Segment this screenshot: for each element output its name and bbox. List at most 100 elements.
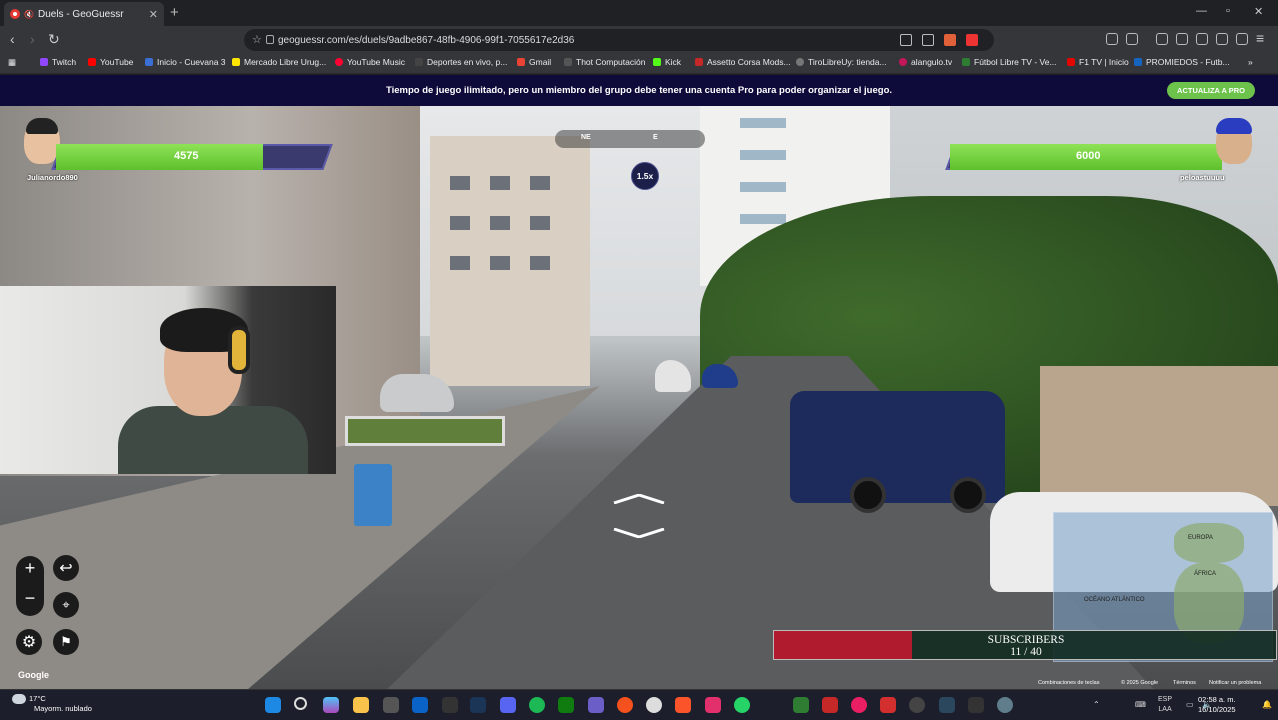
- brave-icon[interactable]: [675, 697, 691, 713]
- chrome-icon[interactable]: [646, 697, 662, 713]
- bookmark-gmail[interactable]: Gmail: [517, 57, 551, 67]
- app-icon-3[interactable]: [851, 697, 867, 713]
- notifications-icon[interactable]: 🔔: [1262, 700, 1272, 709]
- webcam-overlay: [0, 286, 336, 474]
- bookmark-star-icon[interactable]: ☆: [252, 33, 262, 46]
- apps-grid-icon[interactable]: ▦: [8, 57, 16, 68]
- move-forward-arrow[interactable]: [612, 494, 666, 504]
- network-icon[interactable]: ▭: [1186, 700, 1194, 709]
- weather-widget[interactable]: 17°C Mayorm. nublado: [12, 694, 92, 714]
- teams-icon[interactable]: [588, 697, 604, 713]
- forward-button[interactable]: ›: [30, 32, 35, 46]
- player-left-cap: [26, 118, 58, 134]
- report-problem-link[interactable]: Notificar un problema: [1209, 680, 1261, 686]
- zoom-out-button[interactable]: −: [16, 588, 44, 609]
- car-distant: [655, 360, 691, 392]
- obs-icon[interactable]: [909, 697, 925, 713]
- globe-icon: [796, 58, 804, 66]
- tray-overflow-icon[interactable]: ⌃: [1093, 700, 1100, 709]
- firefox-icon[interactable]: [617, 697, 633, 713]
- brave-shield-icon[interactable]: [944, 34, 956, 46]
- bookmark-promiedos[interactable]: PROMIEDOS - Futb...: [1134, 57, 1230, 67]
- bookmark-deportes[interactable]: Deportes en vivo, p...: [415, 57, 507, 67]
- weather-condition: Mayorm. nublado: [34, 704, 92, 714]
- reload-button[interactable]: ↻: [48, 32, 60, 46]
- terms-link[interactable]: Términos: [1173, 680, 1196, 686]
- zoom-in-button[interactable]: +: [16, 558, 44, 579]
- move-back-arrow[interactable]: [612, 528, 666, 538]
- more-bookmarks-icon[interactable]: »: [1248, 57, 1253, 67]
- address-bar[interactable]: ☆ geoguessr.com/es/duels/9adbe867-48fb-4…: [244, 29, 994, 51]
- xbox-icon[interactable]: [558, 697, 574, 713]
- reader-icon[interactable]: [1126, 33, 1138, 45]
- spotify-icon[interactable]: [529, 697, 545, 713]
- close-tab-icon[interactable]: ✕: [149, 8, 158, 21]
- location-pin-button[interactable]: ⌖: [53, 592, 79, 618]
- leo-ai-icon[interactable]: [1216, 33, 1228, 45]
- bookmark-twitch[interactable]: Twitch: [40, 57, 76, 67]
- copilot-icon[interactable]: [323, 697, 339, 713]
- file-explorer-icon[interactable]: [353, 697, 369, 713]
- pdf-icon[interactable]: [880, 697, 896, 713]
- start-button-icon[interactable]: [265, 697, 281, 713]
- bookmark-assetto[interactable]: Assetto Corsa Mods...: [695, 57, 791, 67]
- whatsapp-icon[interactable]: [734, 697, 750, 713]
- bookmark-tirolibre[interactable]: TiroLibreUy: tienda...: [796, 57, 887, 67]
- bookmark-youtube[interactable]: YouTube: [88, 57, 133, 67]
- new-tab-button[interactable]: +: [170, 4, 179, 21]
- keyboard-icon[interactable]: ⌨: [1135, 700, 1146, 709]
- app-icon-4[interactable]: [968, 697, 984, 713]
- discord-icon[interactable]: [500, 697, 516, 713]
- search-icon[interactable]: [294, 697, 307, 710]
- sidebar-icon[interactable]: [1176, 33, 1188, 45]
- bookmark-thot[interactable]: Thot Computación: [564, 57, 645, 67]
- screen-icon[interactable]: [922, 34, 934, 46]
- cast-icon[interactable]: [900, 34, 912, 46]
- app-icon-2[interactable]: [822, 697, 838, 713]
- steam-icon[interactable]: [470, 697, 486, 713]
- bookmark-f1tv[interactable]: F1 TV | Inicio: [1067, 57, 1129, 67]
- close-window-button[interactable]: ✕: [1254, 5, 1263, 18]
- bookmark-cuevana[interactable]: Inicio - Cuevana 3: [145, 57, 226, 67]
- site-info-icon[interactable]: [266, 35, 274, 44]
- rewards-icon[interactable]: [966, 34, 978, 46]
- brazil-app-icon[interactable]: [793, 697, 809, 713]
- clock[interactable]: 02:58 a. m. 16/10/2025: [1198, 695, 1236, 715]
- outlook-icon[interactable]: [412, 697, 428, 713]
- wall-right: [1040, 366, 1278, 506]
- promiedos-icon: [1134, 58, 1142, 66]
- map-label-africa: ÁFRICA: [1194, 571, 1217, 577]
- wallet-icon[interactable]: [1196, 33, 1208, 45]
- language-indicator[interactable]: ESP LAA: [1158, 695, 1172, 715]
- restore-button[interactable]: ▫: [1226, 5, 1230, 17]
- bookmark-futbol-libre[interactable]: Fútbol Libre TV - Ve...: [962, 57, 1057, 67]
- cuevana-icon: [145, 58, 153, 66]
- bookmark-kick[interactable]: Kick: [653, 57, 681, 67]
- keyboard-shortcuts-link[interactable]: Combinaciones de teclas: [1038, 680, 1099, 686]
- bookmark-mercadolibre[interactable]: Mercado Libre Urug...: [232, 57, 326, 67]
- flag-icon[interactable]: ⚑: [53, 629, 79, 655]
- time: 02:58 a. m.: [1198, 695, 1236, 704]
- vpn-icon[interactable]: [1236, 33, 1248, 45]
- media-icon[interactable]: [1156, 33, 1168, 45]
- muted-icon[interactable]: 🔇: [24, 10, 34, 19]
- return-to-start-button[interactable]: ↩: [53, 555, 79, 581]
- bookmark-youtube-music[interactable]: YouTube Music: [335, 57, 405, 67]
- back-button[interactable]: ‹: [10, 32, 15, 46]
- menu-icon[interactable]: ≡: [1256, 31, 1264, 45]
- instagram-icon[interactable]: [705, 697, 721, 713]
- bookmark-alangulo[interactable]: alangulo.tv: [899, 57, 952, 67]
- tab-duels[interactable]: 🔇 Duels - GeoGuessr ✕: [4, 2, 164, 26]
- geoguessr-favicon-icon: [10, 9, 20, 19]
- upgrade-pro-button[interactable]: ACTUALIZA A PRO: [1167, 82, 1255, 99]
- minimize-button[interactable]: —: [1196, 5, 1207, 17]
- settings-icon[interactable]: [997, 697, 1013, 713]
- headphones: [228, 326, 250, 374]
- store-icon[interactable]: [383, 697, 399, 713]
- extension-puzzle-icon[interactable]: [1106, 33, 1118, 45]
- temperature: 17°C: [29, 694, 46, 703]
- steam-client-icon[interactable]: [939, 697, 955, 713]
- map-label-atlantico: OCÉANO ATLÁNTICO: [1084, 597, 1145, 603]
- app-icon-1[interactable]: [442, 697, 458, 713]
- settings-gear-icon[interactable]: ⚙: [16, 629, 42, 655]
